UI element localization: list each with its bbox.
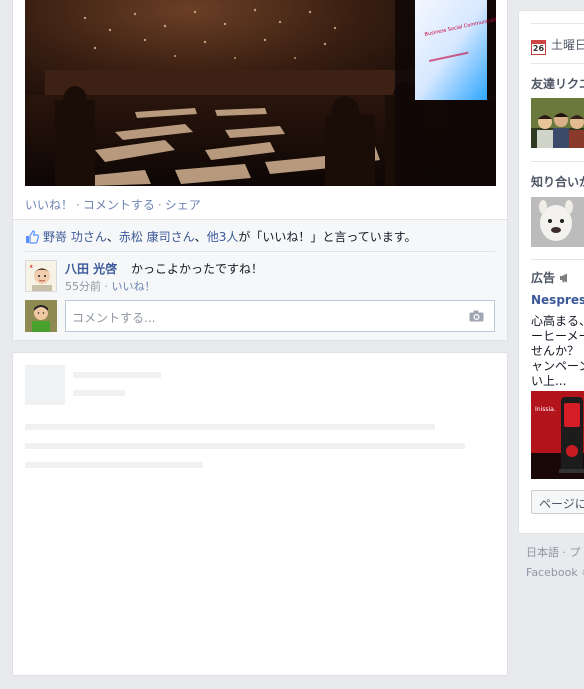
- sidebar-footer: 日本語 · プ Facebook ©: [526, 543, 584, 583]
- like-link[interactable]: いいね！: [25, 198, 73, 212]
- footer-copyright: Facebook ©: [526, 566, 584, 579]
- ads-label: 広告: [531, 271, 556, 285]
- placeholder-line: [73, 390, 125, 396]
- ad-text-line: ーヒーメー: [531, 329, 584, 343]
- right-sidebar: 26 土曜日 友達リクエ 知り合いか: [518, 10, 584, 534]
- like-page-button[interactable]: ページに: [531, 490, 584, 514]
- comment-placeholder: コメントする...: [72, 311, 156, 325]
- svg-text:Inissia.: Inissia.: [535, 406, 556, 413]
- divider: [531, 63, 584, 64]
- conference-hall-photo: Business Social Communication Forum Spri…: [25, 0, 496, 186]
- comment-input[interactable]: コメントする...: [65, 300, 495, 332]
- other-likers-link[interactable]: 他3人: [207, 230, 239, 244]
- friend-request-photo[interactable]: [531, 98, 584, 148]
- comment-composer: コメントする...: [25, 300, 495, 332]
- comment-link[interactable]: コメントする: [83, 198, 155, 212]
- friend-requests-heading[interactable]: 友達リクエ: [531, 75, 584, 92]
- separator: ·: [104, 280, 109, 293]
- megaphone-icon: [559, 271, 570, 285]
- thumbs-up-icon: [25, 230, 39, 247]
- divider: [531, 161, 584, 162]
- ad-image[interactable]: Inissia.: [531, 391, 584, 479]
- events-date-row[interactable]: 26 土曜日: [531, 36, 584, 55]
- ad-brand-link[interactable]: Nespress: [531, 293, 584, 307]
- placeholder-line: [25, 443, 465, 449]
- comment-text: かっこよかったですね！: [131, 262, 264, 276]
- ad-text-line: い上...: [531, 374, 567, 388]
- ad-description[interactable]: 心高まる、 ーヒーメー せんか？ ネ ャンペーン い上...: [531, 314, 584, 389]
- placeholder-line: [25, 462, 203, 468]
- separator: ·: [76, 198, 80, 212]
- separator: 、: [106, 230, 119, 244]
- commenter-avatar[interactable]: ★: [25, 260, 57, 292]
- placeholder-line: [73, 372, 161, 378]
- likes-summary: 野嵜 功さん、赤松 康司さん、他3人が「いいね！」と言っています。: [25, 228, 495, 252]
- separator: ·: [157, 198, 162, 212]
- divider: [531, 259, 584, 260]
- current-user-avatar: [25, 300, 57, 332]
- placeholder-avatar: [25, 365, 65, 405]
- svg-text:★: ★: [29, 264, 34, 270]
- calendar-icon: 26: [531, 40, 546, 55]
- comment-meta: 55分前 · いいね！: [65, 278, 156, 294]
- comment-like-link[interactable]: いいね！: [112, 280, 156, 293]
- ad-text-line: せんか？ ネ: [531, 344, 584, 358]
- comment-timestamp[interactable]: 55分前: [65, 280, 101, 293]
- liker-name[interactable]: 赤松 康司さん: [119, 230, 195, 244]
- ads-heading: 広告: [531, 269, 570, 286]
- placeholder-line: [25, 424, 435, 430]
- feedback-section: 野嵜 功さん、赤松 康司さん、他3人が「いいね！」と言っています。 ★ 八田 光…: [13, 219, 507, 340]
- post-photo[interactable]: Business Social Communication Forum Spri…: [25, 0, 496, 186]
- comment-author[interactable]: 八田 光啓: [65, 260, 117, 277]
- ad-text-line: ャンペーン: [531, 359, 584, 373]
- footer-language-links[interactable]: 日本語 · プ: [526, 543, 584, 563]
- share-link[interactable]: シェア: [165, 198, 201, 212]
- date-text: 土曜日: [551, 38, 584, 52]
- people-you-may-know-heading[interactable]: 知り合いか: [531, 173, 584, 190]
- comment-item: ★ 八田 光啓 かっこよかったですね！ 55分前 · いいね！: [25, 260, 495, 296]
- post-action-links: いいね！ · コメントする · シェア: [25, 196, 201, 213]
- liker-name[interactable]: 野嵜 功さん: [43, 230, 107, 244]
- suggested-person-photo[interactable]: [531, 197, 584, 247]
- separator: 、: [194, 230, 207, 244]
- divider: [531, 23, 584, 24]
- news-feed-post: Business Social Communication Forum Spri…: [12, 0, 508, 341]
- ad-text-line: 心高まる、: [531, 314, 584, 328]
- loading-post-placeholder: [12, 352, 508, 676]
- camera-icon[interactable]: [469, 310, 484, 325]
- likes-suffix: が「いいね！」と言っています。: [238, 230, 417, 244]
